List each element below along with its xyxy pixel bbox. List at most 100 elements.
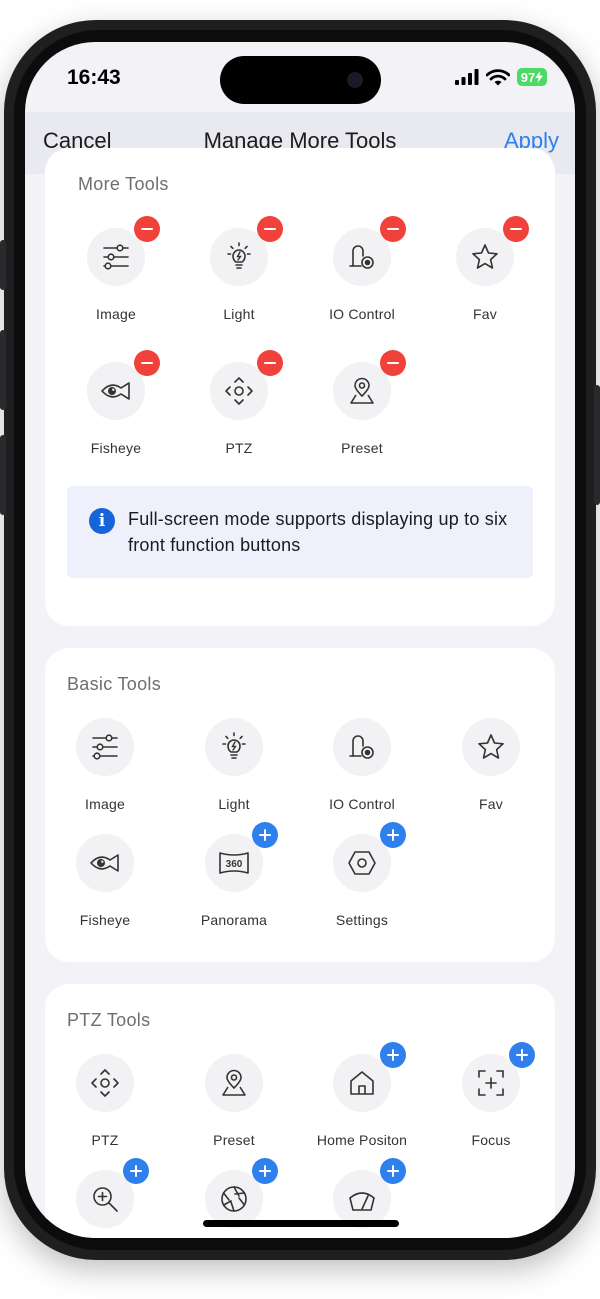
light-bulb-icon: [227, 242, 251, 269]
basic-tools-title: Basic Tools: [67, 674, 162, 694]
info-icon: i: [89, 508, 115, 534]
add-badge[interactable]: [123, 1158, 149, 1184]
remove-badge[interactable]: [503, 216, 529, 242]
more-tools-card: More Tools Image Light IO Control Fav Fi…: [45, 148, 555, 626]
more-tool-fav[interactable]: Fav: [425, 216, 545, 338]
tool-icon-circle: [76, 718, 134, 776]
remove-badge[interactable]: [257, 350, 283, 376]
ptz-tools-card: PTZ Tools PTZ Preset Home Positon Focus: [45, 984, 555, 1238]
basic-tool-fav[interactable]: Fav: [431, 718, 551, 828]
add-badge[interactable]: [380, 1158, 406, 1184]
io-control-icon: [349, 245, 374, 269]
home-indicator[interactable]: [203, 1220, 399, 1227]
basic-tool-image[interactable]: Image: [45, 718, 165, 828]
cellular-signal-icon: [455, 69, 479, 85]
tool-label: Fav: [473, 306, 497, 322]
add-badge[interactable]: [252, 822, 278, 848]
tool-icon-circle: [333, 718, 391, 776]
star-icon: [478, 734, 504, 759]
add-badge[interactable]: [252, 1158, 278, 1184]
remove-badge[interactable]: [134, 350, 160, 376]
hexagon-settings-icon: [348, 851, 376, 875]
add-badge[interactable]: [380, 822, 406, 848]
fisheye-icon: [90, 854, 119, 872]
battery-icon: 97: [517, 68, 547, 86]
tool-label: Settings: [335, 912, 389, 928]
tool-label: Fisheye: [90, 440, 142, 456]
panorama-360-icon: 360: [219, 852, 249, 874]
basic-tool-light[interactable]: Light: [174, 718, 294, 828]
sliders-icon: [103, 244, 129, 270]
ptz-tool-wiper[interactable]: [302, 1158, 422, 1238]
add-badge[interactable]: [380, 1042, 406, 1068]
ptz-tool-preset[interactable]: Preset: [174, 1054, 294, 1164]
more-tool-fisheye[interactable]: Fisheye: [56, 350, 176, 472]
home-icon: [350, 1071, 374, 1095]
tool-label: Fisheye: [79, 912, 131, 928]
star-icon: [472, 244, 498, 269]
more-tool-image[interactable]: Image: [56, 216, 176, 338]
status-bar: 16:43 97: [25, 42, 575, 112]
tool-icon-circle: [205, 718, 263, 776]
tool-label: IO Control: [329, 306, 395, 322]
focus-icon: [478, 1070, 504, 1096]
tool-label: Image: [85, 796, 125, 812]
power-button: [594, 385, 600, 505]
remove-badge[interactable]: [134, 216, 160, 242]
status-time: 16:43: [67, 66, 121, 89]
more-tool-ptz[interactable]: PTZ: [179, 350, 299, 472]
basic-tool-fisheye[interactable]: Fisheye: [45, 834, 165, 944]
tool-label: Light: [223, 306, 255, 322]
light-bulb-icon: [222, 732, 246, 759]
charging-bolt-icon: [535, 71, 544, 83]
tool-label: Light: [218, 796, 250, 812]
tool-label: Panorama: [200, 912, 268, 928]
wiper-icon: [349, 1192, 375, 1211]
ptz-tool-focus[interactable]: Focus: [431, 1042, 551, 1164]
more-tool-io-control[interactable]: IO Control: [302, 216, 422, 338]
status-icons: 97: [455, 68, 547, 86]
more-tool-light[interactable]: Light: [179, 216, 299, 338]
tool-icon-circle: [205, 1054, 263, 1112]
ptz-tool-zoom[interactable]: [45, 1158, 165, 1238]
ptz-tool-home-position[interactable]: Home Positon: [302, 1042, 422, 1164]
basic-tool-panorama[interactable]: 360 Panorama: [174, 822, 294, 944]
tool-label: Preset: [213, 1132, 255, 1148]
remove-badge[interactable]: [380, 216, 406, 242]
preset-pin-icon: [222, 1069, 246, 1096]
screen: 16:43 97 Cancel Manage More Tools Apply …: [25, 42, 575, 1238]
tool-label: IO Control: [329, 796, 395, 812]
ptz-tool-aperture[interactable]: [174, 1158, 294, 1238]
fisheye-icon: [101, 382, 130, 400]
tool-icon-circle: [76, 834, 134, 892]
add-badge[interactable]: [509, 1042, 535, 1068]
remove-badge[interactable]: [257, 216, 283, 242]
ptz-icon: [91, 1069, 119, 1097]
tool-label: Focus: [471, 1132, 511, 1148]
basic-tool-settings[interactable]: Settings: [302, 822, 422, 944]
preset-pin-icon: [350, 377, 374, 404]
tool-label: PTZ: [225, 440, 253, 456]
volume-down-button: [0, 435, 6, 515]
info-notice: i Full-screen mode supports displaying u…: [67, 486, 533, 578]
info-text: Full-screen mode supports displaying up …: [128, 509, 508, 555]
wifi-icon: [486, 68, 510, 85]
ptz-icon: [225, 377, 253, 405]
tool-label: Image: [96, 306, 136, 322]
tool-label: Fav: [479, 796, 503, 812]
volume-up-button: [0, 330, 6, 410]
basic-tool-io-control[interactable]: IO Control: [302, 718, 422, 828]
svg-text:360: 360: [226, 859, 243, 870]
tool-label: Home Positon: [316, 1132, 408, 1148]
action-button: [0, 240, 6, 290]
ptz-tool-ptz[interactable]: PTZ: [45, 1054, 165, 1164]
sliders-icon: [92, 734, 118, 760]
aperture-icon: [221, 1186, 247, 1212]
dynamic-island: [220, 56, 381, 104]
io-control-icon: [349, 735, 374, 759]
remove-badge[interactable]: [380, 350, 406, 376]
more-tool-preset[interactable]: Preset: [302, 350, 422, 472]
front-camera: [347, 72, 363, 88]
battery-level: 97: [520, 69, 536, 85]
tool-icon-circle: [462, 718, 520, 776]
